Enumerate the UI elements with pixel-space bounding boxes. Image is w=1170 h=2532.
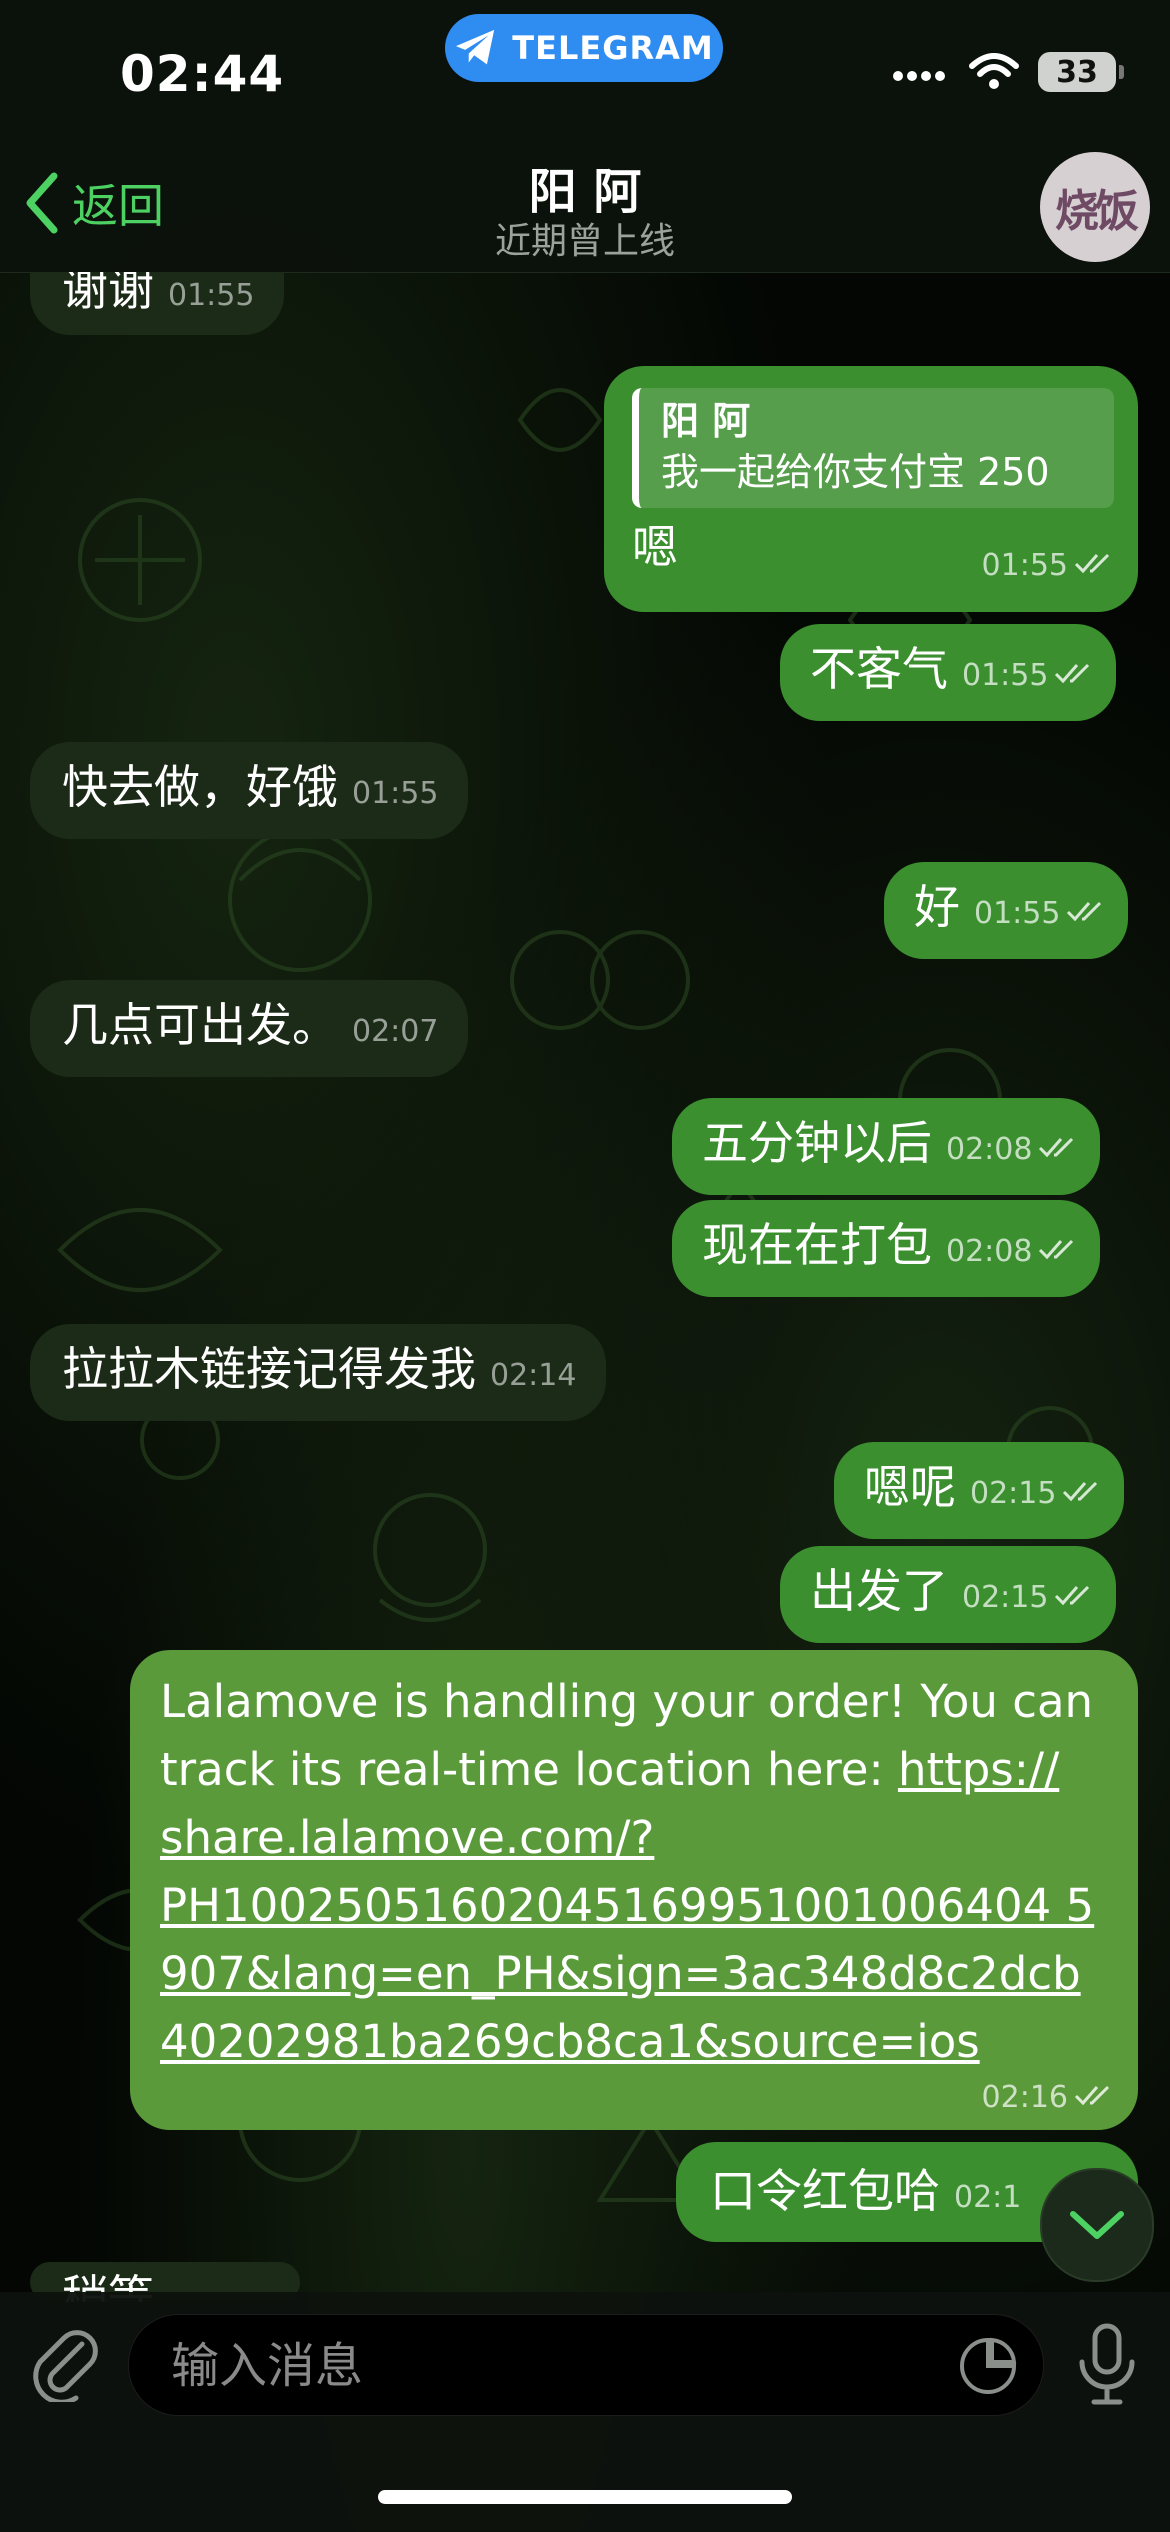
status-icons: 33 — [892, 52, 1124, 92]
read-ticks-icon — [1039, 1239, 1074, 1259]
telegram-pill-label: TELEGRAM — [512, 29, 714, 67]
message-time: 02:15 — [970, 1476, 1057, 1511]
read-ticks-icon — [1067, 901, 1102, 921]
telegram-pill[interactable]: TELEGRAM — [445, 14, 723, 82]
message-text: 拉拉木链接记得发我 — [62, 1342, 476, 1396]
message-text: 不客气 — [810, 642, 948, 696]
message-bubble-outgoing-reply[interactable]: 阳 阿 我一起给你支付宝 250 嗯 01:55 — [604, 366, 1138, 612]
message-time: 02:14 — [490, 1358, 577, 1393]
message-bubble-outgoing[interactable]: 现在在打包 02:08 — [672, 1200, 1101, 1297]
message-text: 好 — [914, 880, 960, 934]
message-bubble-outgoing[interactable]: 出发了 02:15 — [780, 1546, 1117, 1643]
message-bubble-incoming[interactable]: 拉拉木链接记得发我 02:14 — [30, 1324, 607, 1421]
message-input-field[interactable] — [128, 2314, 1044, 2417]
message-time: 01:55 — [981, 548, 1068, 583]
message-bubble-outgoing[interactable]: 嗯呢 02:15 — [834, 1442, 1125, 1539]
message-text: 嗯呢 — [864, 1460, 956, 1514]
avatar[interactable]: 烧饭 — [1040, 152, 1150, 262]
battery-indicator: 33 — [1038, 52, 1124, 92]
read-ticks-icon — [1063, 1481, 1098, 1501]
message-input[interactable] — [169, 2315, 933, 2417]
message-text: 现在在打包 — [702, 1218, 932, 1272]
message-time: 01:55 — [168, 278, 255, 313]
last-seen-status: 近期曾上线 — [494, 221, 675, 262]
message-text: 几点可出发。 — [62, 998, 338, 1052]
read-ticks-icon — [1074, 553, 1110, 573]
message-text: 出发了 — [810, 1564, 948, 1618]
read-ticks-icon — [1039, 1137, 1074, 1157]
signal-icon — [893, 71, 945, 81]
read-ticks-icon — [1055, 1585, 1090, 1605]
message-bubble-outgoing[interactable]: 五分钟以后 02:08 — [672, 1098, 1101, 1195]
microphone-icon[interactable] — [1074, 2322, 1140, 2408]
message-bubble-outgoing[interactable]: 好 01:55 — [884, 862, 1129, 959]
status-time: 02:44 — [120, 45, 285, 103]
chevron-down-icon — [1070, 2211, 1124, 2239]
message-time: 01:55 — [974, 896, 1061, 931]
message-time: 02:16 — [981, 2080, 1068, 2115]
message-text: 口令红包哈 — [710, 2164, 940, 2218]
message-time: 02:15 — [962, 1580, 1049, 1615]
message-bubble-incoming[interactable]: 几点可出发。 02:07 — [30, 980, 469, 1077]
message-time: 01:55 — [352, 776, 439, 811]
chat-header: 02:44 TELEGRAM 33 返回 阳 阿 近期曾上线 烧饭 — [0, 0, 1170, 273]
message-bubble-incoming[interactable]: 快去做，好饿 01:55 — [30, 742, 469, 839]
telegram-icon — [456, 29, 495, 65]
message-time: 01:55 — [962, 658, 1049, 693]
read-ticks-icon — [1055, 663, 1090, 683]
paperclip-icon[interactable] — [30, 2322, 100, 2402]
wifi-icon — [969, 53, 1019, 89]
message-time: 02:08 — [946, 1132, 1033, 1167]
reply-preview[interactable]: 阳 阿 我一起给你支付宝 250 — [632, 388, 1114, 508]
message-time: 02:1 — [954, 2180, 1022, 2215]
message-time: 02:07 — [352, 1014, 439, 1049]
message-text: 五分钟以后 — [702, 1116, 932, 1170]
message-bubble-outgoing-link[interactable]: Lalamove is handling your order! You can… — [130, 1650, 1138, 2130]
message-time: 02:08 — [946, 1234, 1033, 1269]
scroll-to-bottom-button[interactable] — [1040, 2168, 1154, 2282]
message-bubble-outgoing[interactable]: 不客气 01:55 — [780, 624, 1117, 721]
message-text: 嗯 — [632, 520, 678, 574]
reply-sender: 阳 阿 — [661, 399, 751, 443]
sticker-icon[interactable] — [959, 2337, 1017, 2395]
message-text: 快去做，好饿 — [62, 760, 338, 814]
reply-text: 我一起给你支付宝 250 — [661, 450, 1050, 494]
home-indicator[interactable] — [378, 2490, 792, 2504]
read-ticks-icon — [1074, 2085, 1110, 2106]
